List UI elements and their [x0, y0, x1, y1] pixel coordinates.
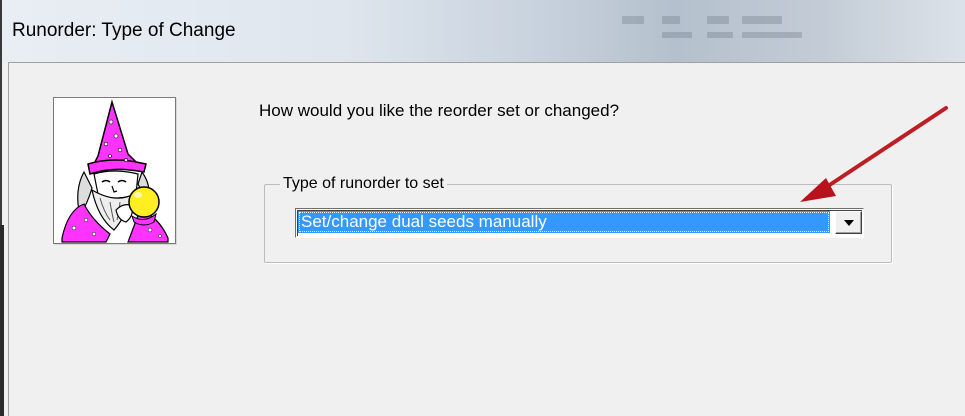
red-arrow-annotation [800, 106, 948, 202]
